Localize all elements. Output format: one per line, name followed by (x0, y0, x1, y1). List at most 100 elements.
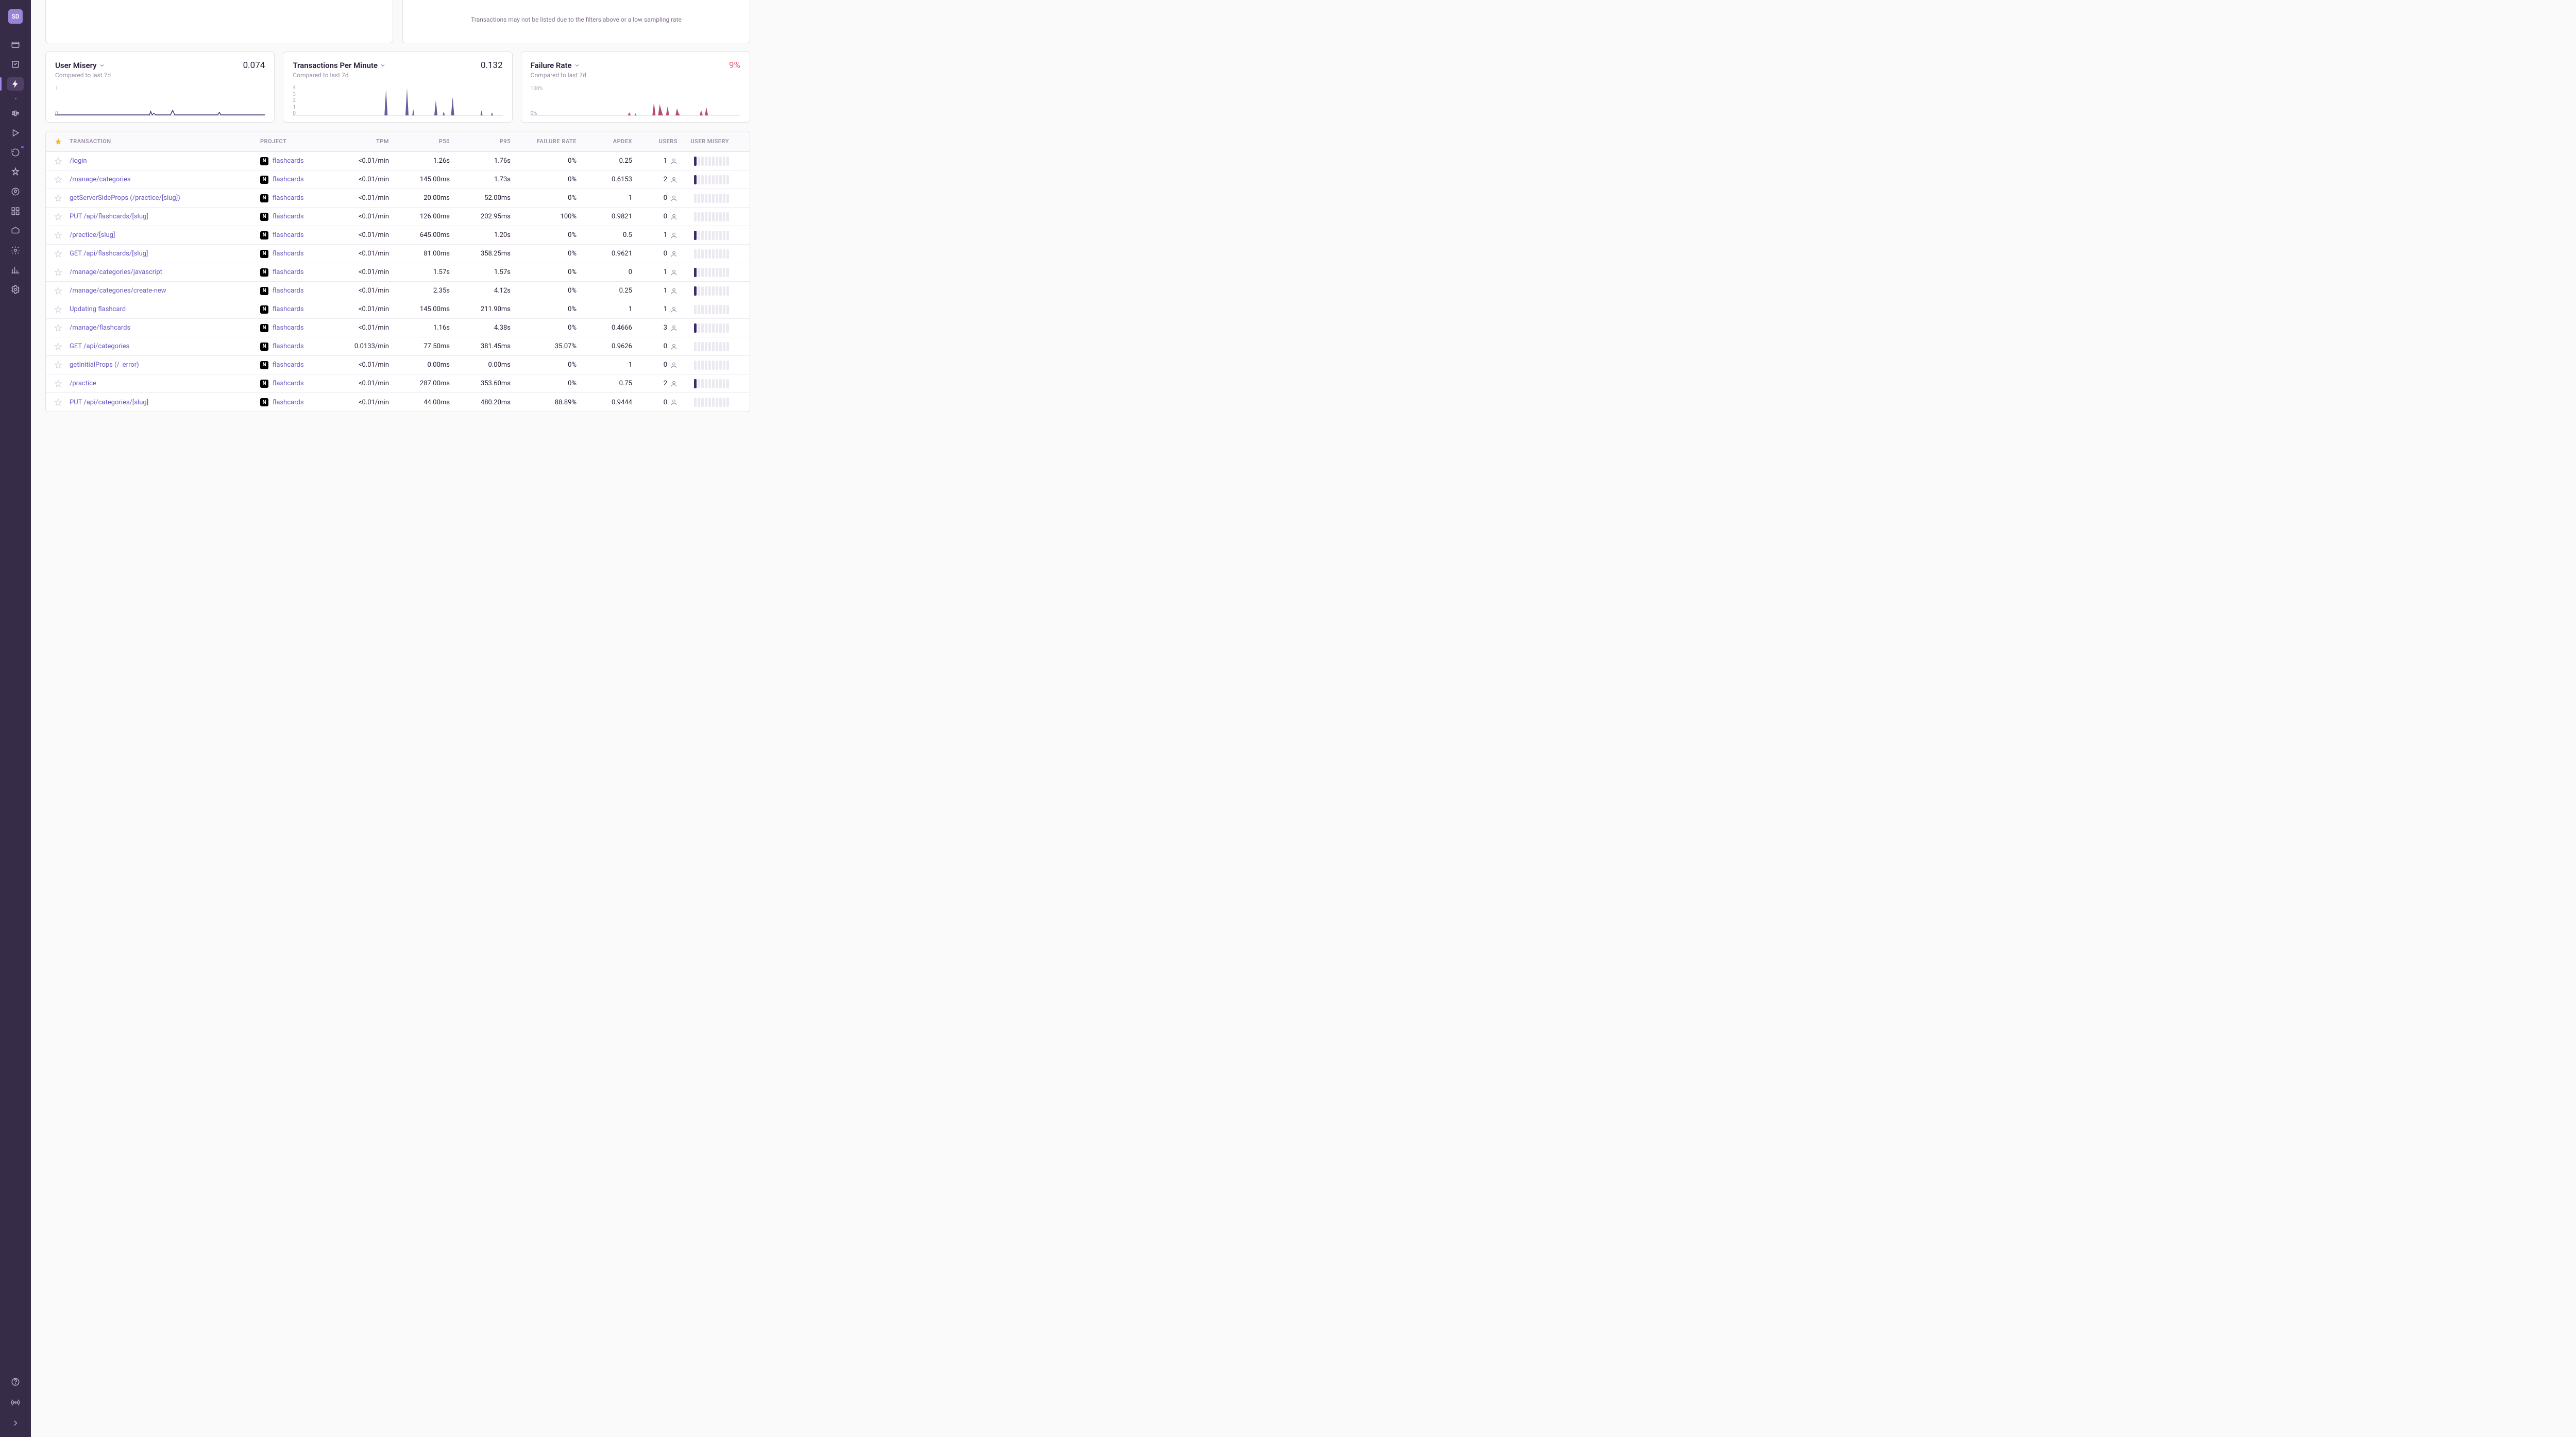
misery-bar (719, 175, 722, 184)
transaction-link[interactable]: /practice (70, 380, 260, 387)
project-name: flashcards (273, 305, 304, 313)
misery-bar (719, 323, 722, 333)
nav-activity-icon[interactable] (7, 244, 24, 257)
transaction-link[interactable]: PUT /api/flashcards/[slug] (70, 213, 260, 220)
project-link[interactable]: Nflashcards (260, 176, 327, 184)
cell-apdex: 0.9626 (577, 343, 632, 350)
project-link[interactable]: Nflashcards (260, 287, 327, 295)
transaction-link[interactable]: getInitialProps (/_error) (70, 361, 260, 369)
th-apdex[interactable]: Apdex (577, 138, 632, 145)
cell-tpm: <0.01/min (327, 176, 389, 183)
misery-bar (701, 249, 704, 259)
misery-bar (719, 194, 722, 203)
nav-releases-icon[interactable] (7, 224, 24, 237)
transaction-link[interactable]: /login (70, 157, 260, 165)
star-toggle[interactable] (54, 176, 70, 184)
misery-bar (694, 212, 697, 221)
star-toggle[interactable] (54, 305, 70, 314)
nav-profiling-icon[interactable] (7, 107, 24, 120)
transaction-link[interactable]: /manage/categories/javascript (70, 268, 260, 276)
th-transaction[interactable]: Transaction (70, 138, 260, 145)
nav-broadcast-icon[interactable] (7, 1396, 24, 1409)
misery-bar (701, 398, 704, 407)
star-toggle[interactable] (54, 194, 70, 202)
star-column-header[interactable] (54, 138, 70, 146)
transaction-link[interactable]: /manage/flashcards (70, 324, 260, 332)
project-link[interactable]: Nflashcards (260, 305, 327, 314)
star-toggle[interactable] (54, 250, 70, 258)
project-link[interactable]: Nflashcards (260, 398, 327, 406)
th-project[interactable]: Project (260, 138, 327, 145)
star-toggle[interactable] (54, 343, 70, 351)
nav-stats-icon[interactable] (7, 263, 24, 277)
project-link[interactable]: Nflashcards (260, 343, 327, 351)
project-link[interactable]: Nflashcards (260, 213, 327, 221)
nav-help-icon[interactable] (7, 1375, 24, 1389)
cell-apdex: 0 (577, 268, 632, 276)
project-badge-icon: N (260, 324, 268, 332)
nav-discover-icon[interactable] (7, 185, 24, 198)
project-link[interactable]: Nflashcards (260, 231, 327, 239)
nav-replays-icon[interactable] (7, 126, 24, 140)
misery-bar (701, 212, 704, 221)
project-link[interactable]: Nflashcards (260, 361, 327, 369)
th-users[interactable]: Users (632, 138, 677, 145)
misery-bar (705, 249, 707, 259)
star-toggle[interactable] (54, 157, 70, 165)
th-p95[interactable]: P95 (450, 138, 511, 145)
project-link[interactable]: Nflashcards (260, 380, 327, 388)
nav-issues-icon[interactable] (7, 58, 24, 71)
org-avatar[interactable]: SD (8, 9, 23, 24)
th-tpm[interactable]: TPM (327, 138, 389, 145)
misery-bar (719, 398, 722, 407)
transaction-link[interactable]: Updating flashcard (70, 305, 260, 313)
star-toggle[interactable] (54, 361, 70, 369)
star-toggle[interactable] (54, 231, 70, 239)
project-link[interactable]: Nflashcards (260, 250, 327, 258)
project-badge-icon: N (260, 398, 268, 406)
project-link[interactable]: Nflashcards (260, 324, 327, 332)
metric-title-failure[interactable]: Failure Rate (531, 61, 580, 70)
metric-title-misery[interactable]: User Misery (55, 61, 105, 70)
transaction-link[interactable]: PUT /api/categories/[slug] (70, 399, 260, 406)
project-link[interactable]: Nflashcards (260, 268, 327, 277)
star-toggle[interactable] (54, 287, 70, 295)
cell-p95: 1.73s (450, 176, 511, 183)
nav-performance-icon[interactable] (7, 77, 24, 91)
transaction-link[interactable]: /manage/categories (70, 176, 260, 183)
nav-projects-icon[interactable] (7, 38, 24, 52)
nav-dashboards-icon[interactable] (7, 204, 24, 218)
table-row: getServerSideProps (/practice/[slug]) Nf… (46, 189, 750, 208)
star-toggle[interactable] (54, 380, 70, 388)
cell-misery (677, 268, 729, 277)
metric-title-tpm[interactable]: Transactions Per Minute (293, 61, 386, 70)
transaction-link[interactable]: /manage/categories/create-new (70, 287, 260, 295)
project-link[interactable]: Nflashcards (260, 157, 327, 165)
cell-users: 1 (632, 231, 677, 239)
th-failure[interactable]: Failure Rate (511, 138, 577, 145)
transaction-link[interactable]: GET /api/flashcards/[slug] (70, 250, 260, 258)
transaction-link[interactable]: GET /api/categories (70, 343, 260, 350)
star-toggle[interactable] (54, 398, 70, 406)
star-toggle[interactable] (54, 213, 70, 221)
transaction-link[interactable]: getServerSideProps (/practice/[slug]) (70, 194, 260, 202)
star-toggle[interactable] (54, 268, 70, 277)
project-name: flashcards (273, 250, 304, 258)
nav-alerts-icon[interactable] (7, 165, 24, 179)
cell-p95: 381.45ms (450, 343, 511, 350)
cell-apdex: 0.9621 (577, 250, 632, 258)
star-toggle[interactable] (54, 324, 70, 332)
project-link[interactable]: Nflashcards (260, 194, 327, 202)
misery-bar (698, 342, 700, 351)
cell-failure: 0% (511, 176, 577, 183)
misery-bar (694, 268, 697, 277)
nav-settings-icon[interactable] (7, 283, 24, 296)
th-p50[interactable]: P50 (389, 138, 450, 145)
nav-crons-icon[interactable] (7, 146, 24, 159)
nav-collapse-icon[interactable] (7, 1416, 24, 1430)
transaction-link[interactable]: /practice/[slug] (70, 231, 260, 239)
th-misery[interactable]: User Misery (677, 138, 729, 145)
misery-bar (694, 157, 697, 166)
user-icon (670, 343, 677, 350)
misery-bar (708, 231, 711, 240)
